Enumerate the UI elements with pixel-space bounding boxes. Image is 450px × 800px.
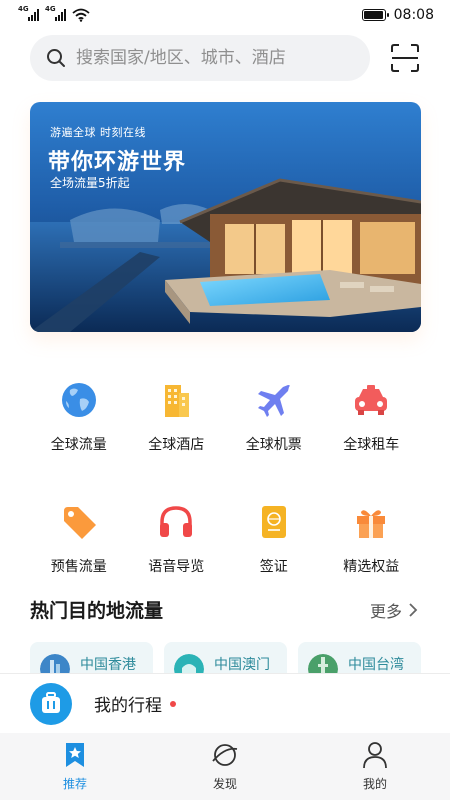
service-label: 全球机票 [245, 437, 302, 453]
service-audio-guide[interactable]: 语音导览 [128, 502, 226, 576]
headphones-icon [156, 502, 196, 542]
more-label: 更多 [369, 602, 402, 621]
service-label: 精选权益 [343, 559, 400, 575]
services-grid: 全球流量 全球酒店 全球机票 全球租车 预售流量 语音导览 签证 精选权益 [30, 380, 420, 576]
destination-name: 中国澳门 [214, 657, 270, 673]
service-presale-data[interactable]: 预售流量 [30, 502, 128, 576]
destination-list: 中国香港 中国澳门 中国台湾 [30, 642, 450, 674]
tab-label: 推荐 [62, 777, 87, 791]
service-label: 全球流量 [50, 437, 107, 453]
banner-kicker: 游遍全球 时刻在线 [50, 126, 146, 139]
sim2-network-label: 4G [45, 5, 56, 13]
luggage-icon [30, 682, 72, 725]
destination-card[interactable]: 中国台湾 [298, 642, 421, 674]
person-icon [363, 742, 387, 769]
star-bookmark-icon [66, 743, 84, 767]
search-box[interactable] [30, 35, 370, 81]
my-trip-label: 我的行程 [94, 696, 162, 716]
tab-label: 发现 [212, 777, 237, 791]
service-global-hotel[interactable]: 全球酒店 [128, 380, 226, 454]
destination-name: 中国台湾 [348, 657, 404, 673]
signal-icon: 4G [45, 5, 66, 21]
service-label: 签证 [259, 559, 288, 575]
search-input[interactable] [76, 48, 346, 68]
service-selected-perks[interactable]: 精选权益 [323, 502, 421, 576]
banner-headline: 带你环游世界 [48, 150, 187, 175]
gift-icon [351, 502, 391, 542]
globe-icon [59, 380, 99, 420]
destination-name: 中国香港 [80, 657, 136, 673]
search-icon [47, 49, 65, 67]
service-car-rental[interactable]: 全球租车 [323, 380, 421, 454]
service-global-flights[interactable]: 全球机票 [225, 380, 323, 454]
wifi-icon [72, 8, 90, 22]
status-indicators: 4G 4G [18, 5, 90, 22]
tab-recommend[interactable]: 推荐 [0, 733, 150, 800]
service-label: 语音导览 [148, 559, 205, 575]
service-visa[interactable]: 签证 [225, 502, 323, 576]
service-label: 全球酒店 [148, 437, 205, 453]
promo-banner[interactable]: 游遍全球 时刻在线 带你环游世界 全场流量5折起 [30, 102, 421, 332]
tab-discover[interactable]: 发现 [150, 733, 300, 800]
bottom-nav: 推荐 发现 我的 [0, 733, 450, 800]
tag-icon [59, 502, 99, 542]
notification-dot [170, 700, 176, 707]
car-icon [351, 380, 391, 420]
search-row [30, 35, 420, 81]
clock: 08:08 [393, 7, 434, 23]
more-link[interactable]: 更多 [370, 598, 418, 622]
service-global-data[interactable]: 全球流量 [30, 380, 128, 454]
skyline-icon [40, 654, 70, 674]
section-title: 热门目的地流量 [30, 600, 164, 622]
my-trip-bar[interactable]: 我的行程 [0, 673, 450, 733]
planet-icon [212, 744, 238, 766]
signal-icon: 4G [18, 5, 39, 21]
destination-card[interactable]: 中国澳门 [164, 642, 287, 674]
tab-mine[interactable]: 我的 [300, 733, 450, 800]
landmark-icon [174, 654, 204, 674]
destination-card[interactable]: 中国香港 [30, 642, 153, 674]
status-right: 08:08 [361, 7, 434, 23]
hotel-icon [156, 380, 196, 420]
tab-label: 我的 [362, 777, 387, 791]
passport-icon [254, 502, 294, 542]
scan-icon[interactable] [390, 43, 420, 73]
service-label: 全球租车 [343, 437, 400, 453]
chevron-right-icon [409, 603, 418, 617]
airplane-icon [254, 380, 294, 420]
banner-subtitle: 全场流量5折起 [50, 176, 130, 190]
tower-icon [308, 654, 338, 674]
service-label: 预售流量 [50, 559, 107, 575]
sim1-network-label: 4G [18, 5, 29, 13]
battery-icon [361, 9, 389, 21]
status-bar: 4G 4G 08:08 [0, 0, 450, 30]
